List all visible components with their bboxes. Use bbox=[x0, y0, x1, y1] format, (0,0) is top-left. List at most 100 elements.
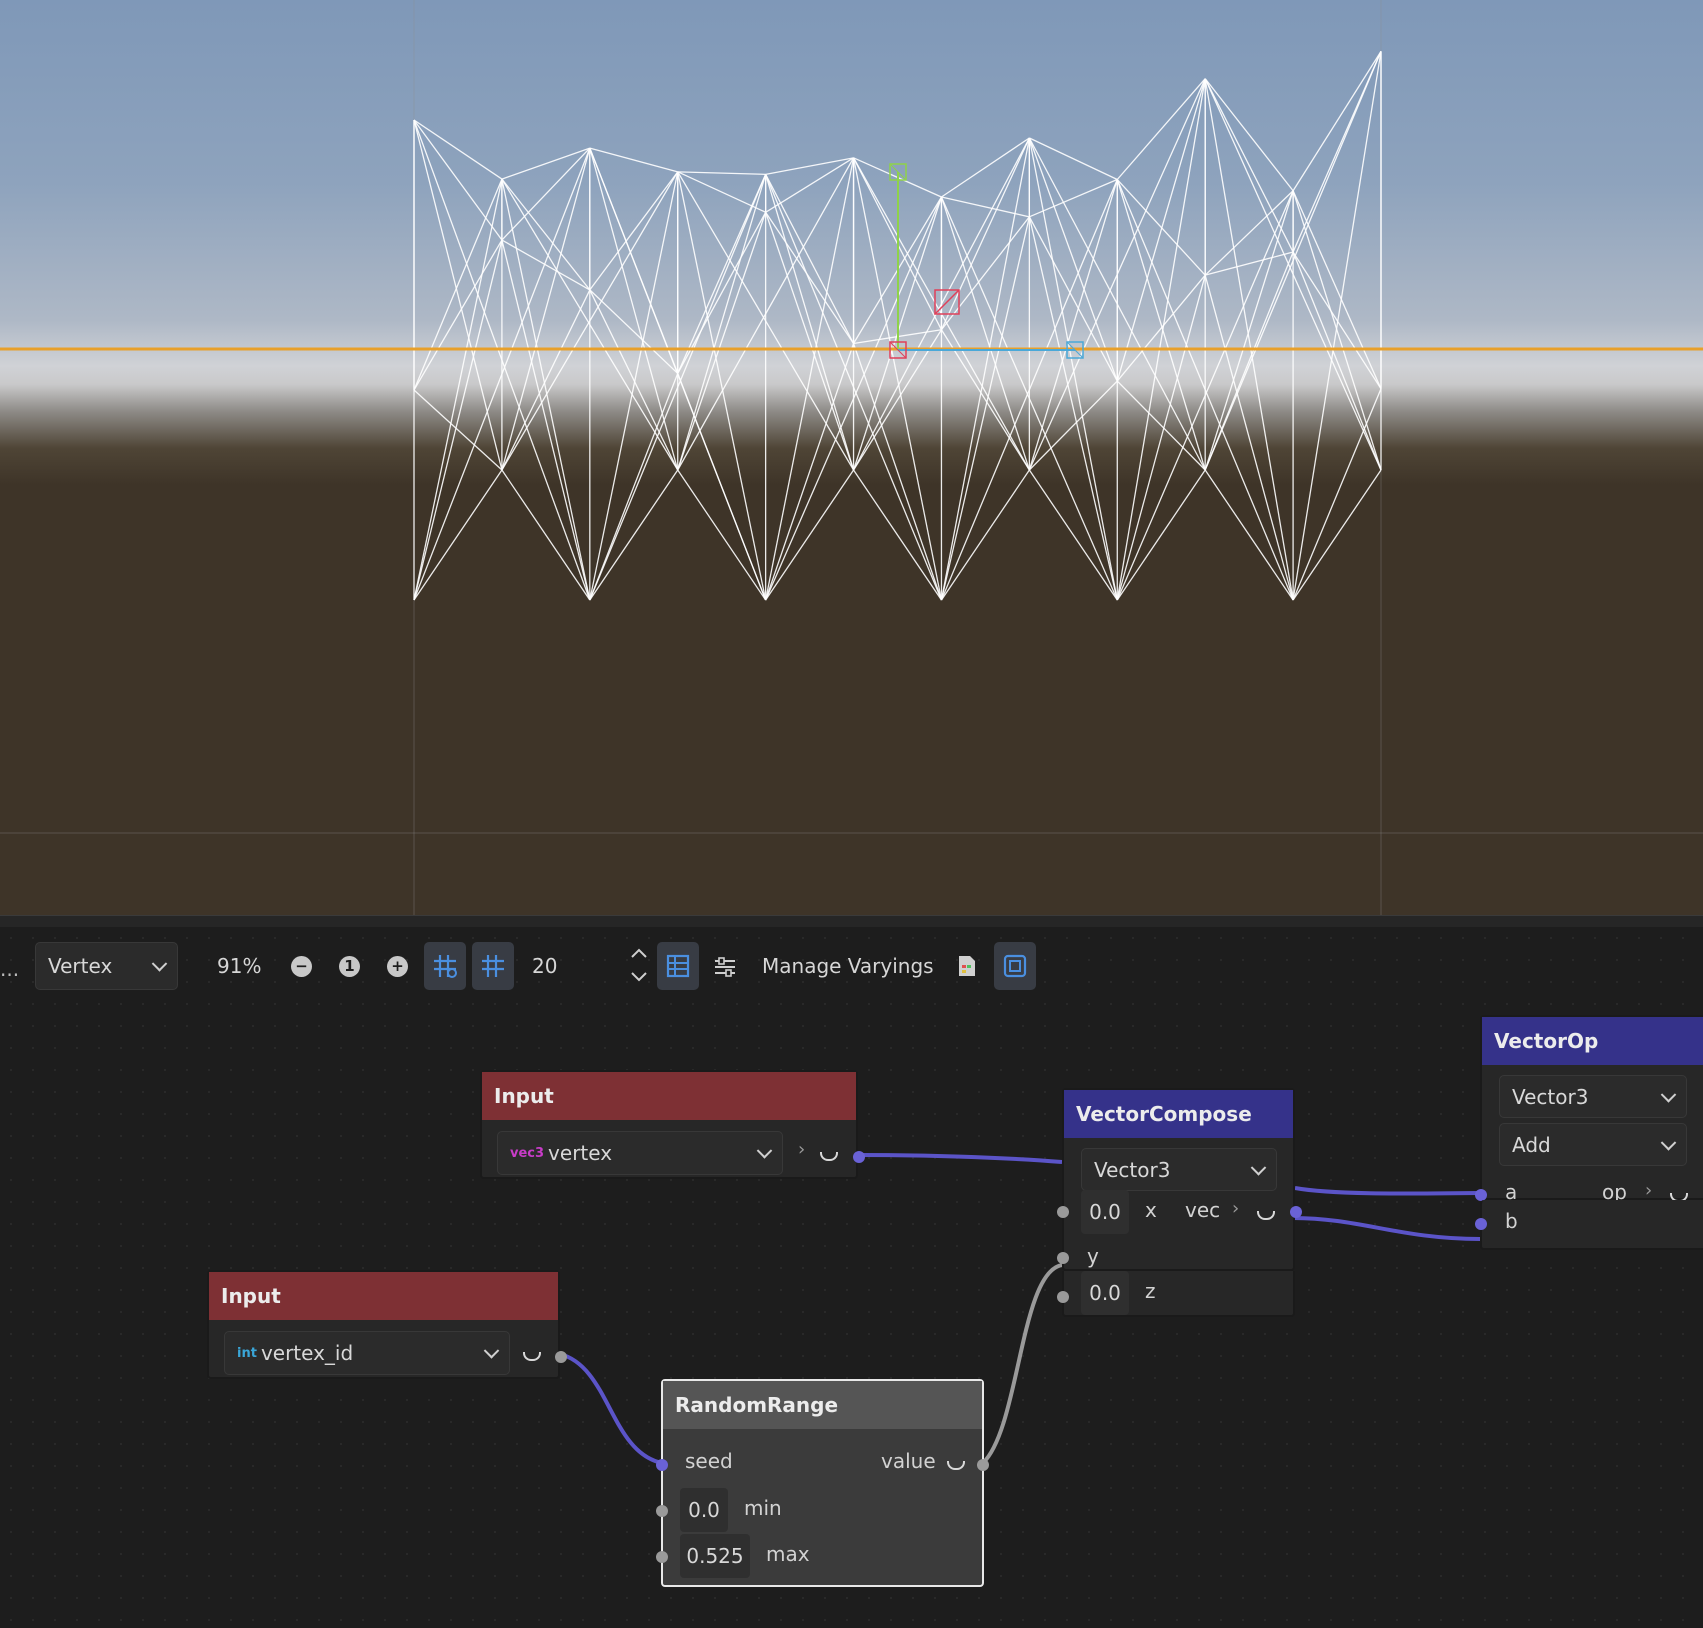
vector-op-type-dropdown[interactable]: Vector3 bbox=[1499, 1075, 1687, 1118]
wireframe-edge bbox=[677, 174, 767, 471]
b-label: b bbox=[1505, 1209, 1518, 1233]
wireframe-edge bbox=[677, 212, 767, 471]
wireframe-edge bbox=[1116, 179, 1206, 276]
preview-port-icon[interactable] bbox=[1257, 1211, 1275, 1220]
input-port-max[interactable] bbox=[656, 1551, 668, 1563]
zoom-out-icon[interactable]: − bbox=[291, 956, 312, 977]
output-port-vec[interactable] bbox=[1290, 1206, 1302, 1218]
max-label: max bbox=[766, 1542, 810, 1566]
chevron-down-icon bbox=[1660, 1134, 1677, 1151]
input-port-z[interactable] bbox=[1057, 1291, 1069, 1303]
vector-op-node[interactable]: VectorOp Vector3 Add a op › bbox=[1475, 1015, 1703, 1204]
chevron-down-icon bbox=[483, 1343, 500, 1359]
min-label: min bbox=[744, 1496, 782, 1520]
wireframe-edge bbox=[1292, 469, 1382, 601]
minimap-toggle-button[interactable] bbox=[657, 942, 699, 990]
node-title: RandomRange bbox=[663, 1381, 982, 1429]
wireframe-edge bbox=[1204, 78, 1294, 601]
input-vertex-id-dropdown[interactable]: int vertex_id bbox=[224, 1331, 510, 1375]
input-port-min[interactable] bbox=[656, 1505, 668, 1517]
wireframe-edge bbox=[589, 289, 679, 471]
wire-vertex-to-compose bbox=[857, 1153, 1063, 1164]
node-title: Input bbox=[482, 1072, 856, 1120]
input-port-b[interactable] bbox=[1475, 1218, 1487, 1230]
input-vertex-id-node[interactable]: Input int vertex_id bbox=[207, 1270, 567, 1379]
wireframe-edge bbox=[501, 289, 591, 471]
output-port-value[interactable] bbox=[977, 1459, 989, 1471]
wireframe-edge bbox=[589, 147, 679, 471]
zoom-reset-icon[interactable]: 1 bbox=[339, 956, 360, 977]
wireframe-edge bbox=[765, 174, 855, 471]
wireframe-edge bbox=[1292, 190, 1382, 390]
vector-op-type-label: Vector3 bbox=[1512, 1084, 1589, 1109]
node-title: VectorOp bbox=[1482, 1017, 1703, 1065]
shader-mode-dropdown[interactable]: Vertex bbox=[35, 942, 178, 990]
wire-compose-vec-to-op-b bbox=[1292, 1216, 1481, 1241]
arrange-nodes-icon[interactable] bbox=[713, 955, 737, 979]
wireframe-edge bbox=[1204, 78, 1294, 192]
preview-port-icon[interactable] bbox=[947, 1461, 965, 1470]
input-vertex-dropdown[interactable]: vec3 vertex bbox=[497, 1131, 783, 1175]
show-grid-button[interactable] bbox=[472, 942, 514, 990]
wireframe-edge bbox=[1028, 137, 1118, 382]
input-port-y[interactable] bbox=[1057, 1252, 1069, 1264]
output-port-vertex[interactable] bbox=[853, 1151, 865, 1163]
max-field[interactable]: 0.525 bbox=[680, 1534, 750, 1578]
wireframe-edge bbox=[1292, 51, 1382, 601]
preview-port-icon[interactable] bbox=[523, 1352, 541, 1361]
chevron-down-icon bbox=[151, 956, 168, 972]
chevron-down-icon bbox=[1250, 1159, 1267, 1176]
wireframe-edge bbox=[765, 174, 855, 344]
3d-viewport[interactable] bbox=[0, 0, 1703, 915]
preview-toggle-button[interactable] bbox=[994, 942, 1036, 990]
x-field[interactable]: 0.0 bbox=[1081, 1190, 1129, 1234]
minimap-icon bbox=[666, 954, 690, 978]
z-field[interactable]: 0.0 bbox=[1081, 1271, 1129, 1315]
zoom-in-icon[interactable]: + bbox=[387, 956, 408, 977]
wireframe-edge bbox=[501, 178, 591, 601]
chevron-down-icon bbox=[756, 1143, 773, 1159]
output-port-vertex-id[interactable] bbox=[555, 1351, 567, 1363]
wireframe-edge bbox=[1028, 216, 1118, 382]
y-label: y bbox=[1087, 1244, 1099, 1268]
preview-port-icon[interactable] bbox=[820, 1152, 838, 1161]
expand-arrow-icon[interactable]: › bbox=[798, 1139, 805, 1160]
input-vertex-node[interactable]: Input vec3 vertex › bbox=[480, 1070, 865, 1179]
wireframe-edge bbox=[589, 289, 679, 374]
input-port-seed[interactable] bbox=[656, 1459, 668, 1471]
wire-value-to-y bbox=[981, 1263, 1063, 1465]
expand-arrow-icon[interactable]: › bbox=[1645, 1180, 1652, 1201]
expand-arrow-icon[interactable]: › bbox=[1232, 1198, 1239, 1219]
wireframe-edge bbox=[1116, 78, 1206, 180]
toolbar-overflow[interactable]: ... bbox=[0, 957, 19, 981]
min-field[interactable]: 0.0 bbox=[680, 1488, 728, 1532]
wireframe-edge bbox=[501, 147, 591, 180]
wireframe-edge bbox=[413, 119, 503, 241]
node-title: VectorCompose bbox=[1064, 1090, 1293, 1138]
snap-step-value[interactable]: 20 bbox=[532, 954, 557, 978]
snap-toggle-button[interactable] bbox=[424, 942, 466, 990]
vector-type-label: Vector3 bbox=[1094, 1157, 1171, 1182]
shader-code-icon[interactable] bbox=[956, 954, 978, 978]
wireframe-edge bbox=[1028, 469, 1118, 601]
vector-type-dropdown[interactable]: Vector3 bbox=[1081, 1148, 1277, 1191]
chevron-down-icon bbox=[1660, 1086, 1677, 1103]
random-range-node[interactable]: RandomRange seed value 0.0 min 0.525 max bbox=[656, 1379, 989, 1587]
wireframe-edge bbox=[677, 174, 767, 374]
vector-op-operation-label: Add bbox=[1512, 1132, 1551, 1157]
wire-compose-to-op-a bbox=[1294, 1186, 1481, 1196]
value-label: value bbox=[881, 1449, 936, 1473]
input-port-x[interactable] bbox=[1057, 1206, 1069, 1218]
wireframe-edge bbox=[1292, 388, 1382, 601]
manage-varyings-button[interactable]: Manage Varyings bbox=[762, 954, 934, 978]
wireframe-edge bbox=[589, 373, 679, 601]
shader-graph-editor[interactable]: ... Vertex 91% − 1 + 20 Manage Varyings … bbox=[0, 927, 1703, 1628]
wireframe-edge bbox=[413, 178, 503, 391]
spin-arrows-icon[interactable] bbox=[628, 945, 650, 985]
wireframe-edge bbox=[413, 178, 503, 601]
wireframe-edge bbox=[589, 147, 678, 173]
vector-op-operation-dropdown[interactable]: Add bbox=[1499, 1123, 1687, 1166]
wireframe-edge bbox=[1292, 190, 1382, 471]
vector-compose-node[interactable]: VectorCompose Vector3 0.0 x vec › y bbox=[1057, 1088, 1302, 1271]
graph-toolbar: ... Vertex 91% − 1 + 20 Manage Varyings bbox=[0, 927, 1703, 999]
